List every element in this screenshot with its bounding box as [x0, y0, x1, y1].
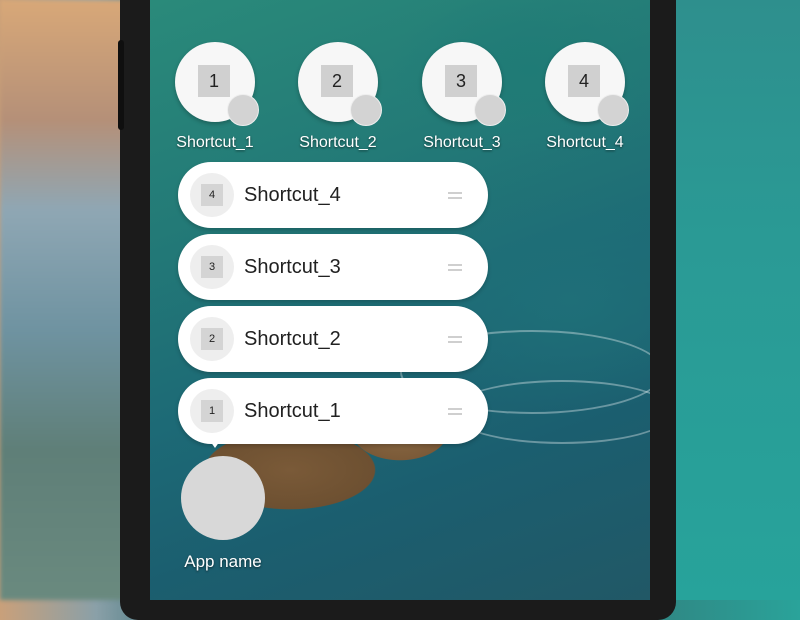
- app-icon[interactable]: [181, 456, 265, 540]
- menu-item-shortcut-3[interactable]: 3 Shortcut_3: [178, 234, 488, 300]
- badge-icon: [597, 94, 629, 126]
- background-right: [670, 0, 800, 600]
- phone-side-button: [118, 40, 124, 130]
- menu-item-label: Shortcut_1: [244, 400, 341, 422]
- shortcut-icon: 4: [190, 173, 234, 217]
- drag-handle-icon[interactable]: [448, 264, 462, 272]
- shortcut-icon: 3: [422, 42, 506, 126]
- shortcut-icon: 2: [298, 42, 382, 126]
- menu-item-label: Shortcut_4: [244, 184, 341, 206]
- drag-handle-icon[interactable]: [448, 408, 462, 416]
- menu-item-shortcut-1[interactable]: 1 Shortcut_1: [178, 378, 488, 444]
- shortcut-number: 3: [445, 65, 477, 97]
- shortcut-label: Shortcut_3: [423, 134, 501, 151]
- shortcut-4[interactable]: 4 Shortcut_4: [535, 42, 635, 152]
- drag-handle-icon[interactable]: [448, 192, 462, 200]
- badge-icon: [474, 94, 506, 126]
- shortcut-grid: 1 Shortcut_1 2 Shortcut_2 3 Shortcut_3 4: [150, 42, 650, 162]
- shortcut-number: 1: [198, 65, 230, 97]
- shortcut-number: 2: [201, 328, 223, 350]
- shortcut-number: 4: [568, 65, 600, 97]
- shortcut-icon: 2: [190, 317, 234, 361]
- shortcut-1[interactable]: 1 Shortcut_1: [165, 42, 265, 152]
- shortcut-label: Shortcut_2: [299, 134, 377, 151]
- menu-item-label: Shortcut_2: [244, 328, 341, 350]
- menu-item-label: Shortcut_3: [244, 256, 341, 278]
- shortcut-icon: 3: [190, 245, 234, 289]
- drag-handle-icon[interactable]: [448, 336, 462, 344]
- menu-item-shortcut-2[interactable]: 2 Shortcut_2: [178, 306, 488, 372]
- shortcut-menu: 4 Shortcut_4 3 Shortcut_3 2 Shortcut_2 1…: [178, 162, 488, 450]
- shortcut-3[interactable]: 3 Shortcut_3: [412, 42, 512, 152]
- menu-item-shortcut-4[interactable]: 4 Shortcut_4: [178, 162, 488, 228]
- shortcut-number: 3: [201, 256, 223, 278]
- shortcut-number: 4: [201, 184, 223, 206]
- shortcut-number: 1: [201, 400, 223, 422]
- shortcut-label: Shortcut_1: [176, 134, 254, 151]
- badge-icon: [350, 94, 382, 126]
- shortcut-2[interactable]: 2 Shortcut_2: [288, 42, 388, 152]
- background-left: [0, 0, 130, 600]
- shortcut-icon: 1: [190, 389, 234, 433]
- shortcut-icon: 1: [175, 42, 259, 126]
- shortcut-icon: 4: [545, 42, 629, 126]
- home-screen: 1 Shortcut_1 2 Shortcut_2 3 Shortcut_3 4: [150, 0, 650, 600]
- menu-pointer: [208, 438, 222, 448]
- badge-icon: [227, 94, 259, 126]
- shortcut-number: 2: [321, 65, 353, 97]
- app-label: App name: [184, 552, 262, 571]
- shortcut-label: Shortcut_4: [546, 134, 624, 151]
